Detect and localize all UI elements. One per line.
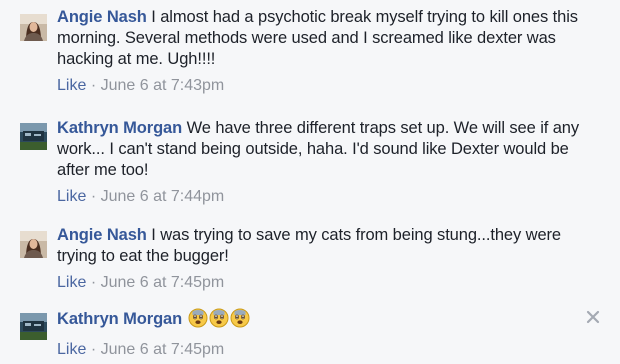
like-link[interactable]: Like xyxy=(57,341,86,358)
fearful-face-icon xyxy=(230,308,250,334)
comment-timestamp[interactable]: June 6 at 7:44pm xyxy=(101,188,225,205)
meta-separator: · xyxy=(90,274,97,291)
comment-timestamp[interactable]: June 6 at 7:43pm xyxy=(101,77,225,94)
avatar[interactable] xyxy=(20,123,47,150)
avatar[interactable] xyxy=(20,231,47,258)
like-link[interactable]: Like xyxy=(57,188,86,205)
comment-author-link[interactable]: Angie Nash xyxy=(57,8,147,26)
meta-separator: · xyxy=(90,77,97,94)
comment-text: Kathryn Morgan We have three different t… xyxy=(57,118,597,181)
like-link[interactable]: Like xyxy=(57,77,86,94)
comment-text: Kathryn Morgan xyxy=(57,308,597,334)
comment-meta: Like · June 6 at 7:44pm xyxy=(57,187,597,207)
comment-timestamp[interactable]: June 6 at 7:45pm xyxy=(101,274,225,291)
profile-photo-woman-icon xyxy=(20,231,47,258)
comment-author-link[interactable]: Kathryn Morgan xyxy=(57,310,182,328)
profile-photo-landscape-icon xyxy=(20,313,47,340)
comment-thread: Angie Nash I almost had a psychotic brea… xyxy=(0,0,620,364)
comment-text: Angie Nash I almost had a psychotic brea… xyxy=(57,7,597,70)
close-icon[interactable] xyxy=(584,308,602,326)
comment-meta: Like · June 6 at 7:45pm xyxy=(57,273,597,293)
like-link[interactable]: Like xyxy=(57,274,86,291)
avatar[interactable] xyxy=(20,313,47,340)
meta-separator: · xyxy=(90,188,97,205)
avatar[interactable] xyxy=(20,14,47,41)
fearful-face-icon xyxy=(209,308,229,334)
comment-timestamp[interactable]: June 6 at 7:45pm xyxy=(101,341,225,358)
comment-text: Angie Nash I was trying to save my cats … xyxy=(57,225,597,267)
profile-photo-woman-icon xyxy=(20,14,47,41)
profile-photo-landscape-icon xyxy=(20,123,47,150)
comment-meta: Like · June 6 at 7:45pm xyxy=(57,340,597,360)
comment-author-link[interactable]: Angie Nash xyxy=(57,226,147,244)
comment-author-link[interactable]: Kathryn Morgan xyxy=(57,119,182,137)
comment-meta: Like · June 6 at 7:43pm xyxy=(57,76,597,96)
meta-separator: · xyxy=(90,341,97,358)
fearful-face-icon xyxy=(188,308,208,334)
